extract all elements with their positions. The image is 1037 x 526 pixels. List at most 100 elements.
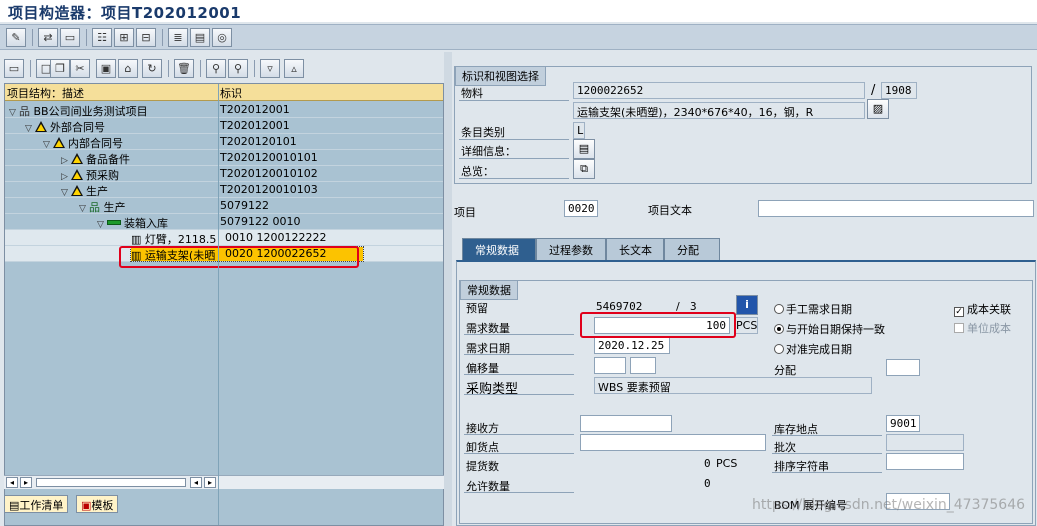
hierarchy-icon[interactable]: ☷	[92, 28, 112, 47]
collapse-arrow-icon[interactable]: ▽	[9, 108, 19, 118]
column-header-description[interactable]: 项目结构：描述	[7, 85, 84, 101]
radio-finish-date[interactable]: 对准完成日期	[774, 341, 852, 357]
scroll-left-icon[interactable]: ▸	[20, 477, 32, 488]
tab-worklist[interactable]: ▤工作清单	[4, 495, 69, 513]
radio-start-date[interactable]: 与开始日期保持一致	[774, 321, 885, 337]
tree-row-wbs[interactable]: ▷ 预采购 T2020120010102	[5, 166, 443, 182]
cost-relevant-checkbox[interactable]: ✓ 成本关联	[954, 301, 1011, 317]
overview-button[interactable]: ⧉	[573, 159, 595, 179]
checkbox[interactable]: ✓	[954, 307, 964, 317]
highlight-box	[119, 246, 359, 268]
delete-icon[interactable]: 🗑	[174, 59, 194, 78]
radio-button[interactable]	[774, 344, 784, 354]
undo-icon[interactable]: ⌂	[118, 59, 138, 78]
tree-row-label: 外部合同号	[50, 121, 105, 134]
purchase-type-field[interactable]: WBS 要素预留	[594, 377, 872, 394]
material-description-field: 运输支架(未晒塑)，2340*676*40，16，钢，R	[573, 102, 865, 119]
material-picture-icon[interactable]: ▨	[867, 99, 889, 119]
horizontal-scrollbar[interactable]: ◂ ▸ ◂ ▸	[4, 475, 444, 489]
expand-icon[interactable]: ▿	[260, 59, 280, 78]
worklist-icon[interactable]: ▤	[190, 28, 210, 47]
tree-row-wbs[interactable]: ▽ 外部合同号 T202012001	[5, 118, 443, 134]
scroll-first-icon[interactable]: ◂	[6, 477, 18, 488]
list-icon[interactable]: ≣	[168, 28, 188, 47]
unit-cost-checkbox: 单位成本	[954, 320, 1011, 336]
sort-string-field[interactable]	[886, 453, 964, 470]
tree-row-id: T2020120101	[220, 135, 297, 148]
radio-manual-date[interactable]: 手工需求日期	[774, 301, 852, 317]
edit-icon[interactable]: ✎	[6, 28, 26, 47]
collapse-arrow-icon[interactable]: ▽	[97, 220, 107, 230]
scroll-right-icon[interactable]: ▸	[204, 477, 216, 488]
tab-assignment[interactable]: 分配	[664, 238, 720, 260]
offset-unit-field[interactable]	[630, 357, 656, 374]
tree-row-activity[interactable]: ▽ 装箱入库 5079122 0010	[5, 214, 443, 230]
paste-icon[interactable]: ▣	[96, 59, 116, 78]
copy-icon[interactable]: ❐	[50, 59, 70, 78]
ident-group: 标识和视图选择 物料 1200022652 / 1908 运输支架(未晒塑)，2…	[454, 66, 1032, 184]
radio-button[interactable]	[774, 324, 784, 334]
assignment-field[interactable]	[886, 359, 920, 376]
offset-field[interactable]	[594, 357, 626, 374]
tab-long-text[interactable]: 长文本	[606, 238, 664, 260]
tree-row-label: 内部合同号	[68, 137, 123, 150]
radio-button[interactable]	[774, 304, 784, 314]
tree-toolbar: ▭ □ ❐ ✂ ▣ ⌂ ↻ 🗑 ⚲ ⚲ ▿ ▵	[0, 56, 444, 80]
activity-icon	[107, 220, 121, 225]
tree-row-label: 备品备件	[86, 153, 130, 166]
splitter[interactable]	[444, 52, 452, 526]
withdrawn-qty-unit: PCS	[716, 457, 738, 470]
network-icon[interactable]: ⊟	[136, 28, 156, 47]
switch-icon[interactable]: ⇄	[38, 28, 58, 47]
collapse-icon[interactable]: ▵	[284, 59, 304, 78]
tree-row-network[interactable]: ▽ 品 生产 5079122	[5, 198, 443, 214]
info-icon[interactable]: i	[736, 295, 758, 315]
item-text-field[interactable]	[758, 200, 1034, 217]
redo-icon[interactable]: ↻	[142, 59, 162, 78]
item-field[interactable]: 0020	[564, 200, 598, 217]
highlight-box	[580, 312, 736, 338]
tree-header: 项目结构：描述 标识	[5, 84, 443, 101]
collapse-arrow-icon[interactable]: ▽	[25, 124, 35, 134]
tab-template[interactable]: ▣模板	[76, 495, 119, 513]
material-component-icon: ▥	[131, 233, 142, 246]
tree-row-wbs[interactable]: ▽ 生产 T2020120010103	[5, 182, 443, 198]
tab-process-params[interactable]: 过程参数	[536, 238, 606, 260]
tree-row-id: 0010 1200122222	[225, 231, 327, 244]
tree-row-label: 装箱入库	[124, 217, 168, 230]
collapse-arrow-icon[interactable]: ▽	[61, 188, 71, 198]
detail-panel: 标识和视图选择 物料 1200022652 / 1908 运输支架(未晒塑)，2…	[452, 52, 1037, 526]
settings-icon[interactable]: ◎	[212, 28, 232, 47]
expand-arrow-icon[interactable]: ▷	[61, 172, 71, 182]
collapse-arrow-icon[interactable]: ▽	[43, 140, 53, 150]
tree-row-label: 生产	[86, 185, 108, 198]
expand-arrow-icon[interactable]: ▷	[61, 156, 71, 166]
tab-general-data[interactable]: 常规数据	[462, 238, 536, 260]
find-icon[interactable]: ⚲	[206, 59, 226, 78]
material-slash: /	[871, 83, 876, 98]
tree-row-wbs[interactable]: ▷ 备品备件 T2020120010101	[5, 150, 443, 166]
column-header-id[interactable]: 标识	[220, 85, 242, 101]
network-icon: 品	[89, 201, 100, 214]
scroll-left-icon[interactable]: ◂	[190, 477, 202, 488]
blank-icon[interactable]: ▭	[60, 28, 80, 47]
collapse-arrow-icon[interactable]: ▽	[79, 204, 89, 214]
cut-icon[interactable]: ✂	[70, 59, 90, 78]
tree-row-project[interactable]: ▽ 品 BB公司间业务测试项目 T202012001	[5, 102, 443, 118]
item-category-label: 条目类别	[461, 126, 505, 139]
unloading-point-field[interactable]	[580, 434, 766, 451]
requirement-date-field[interactable]: 2020.12.25	[594, 337, 670, 354]
wbs-element-icon	[71, 169, 83, 180]
requirement-unit-field: PCS	[734, 317, 758, 334]
tree-row-material[interactable]: ▥ 灯臂，2118.5 0010 1200122222	[5, 230, 443, 246]
open-folder-icon[interactable]: ▭	[4, 59, 24, 78]
tree-row-id: 5079122	[220, 199, 269, 212]
recipient-field[interactable]	[580, 415, 672, 432]
structure-icon[interactable]: ⊞	[114, 28, 134, 47]
storage-location-field[interactable]: 9001	[886, 415, 920, 432]
find-next-icon[interactable]: ⚲	[228, 59, 248, 78]
tree-row-wbs[interactable]: ▽ 内部合同号 T2020120101	[5, 134, 443, 150]
detail-button[interactable]: ▤	[573, 139, 595, 159]
project-icon: 品	[19, 105, 30, 118]
project-tree: 项目结构：描述 标识 ▽ 品 BB公司间业务测试项目 T202012001 ▽ 外部…	[4, 83, 444, 526]
